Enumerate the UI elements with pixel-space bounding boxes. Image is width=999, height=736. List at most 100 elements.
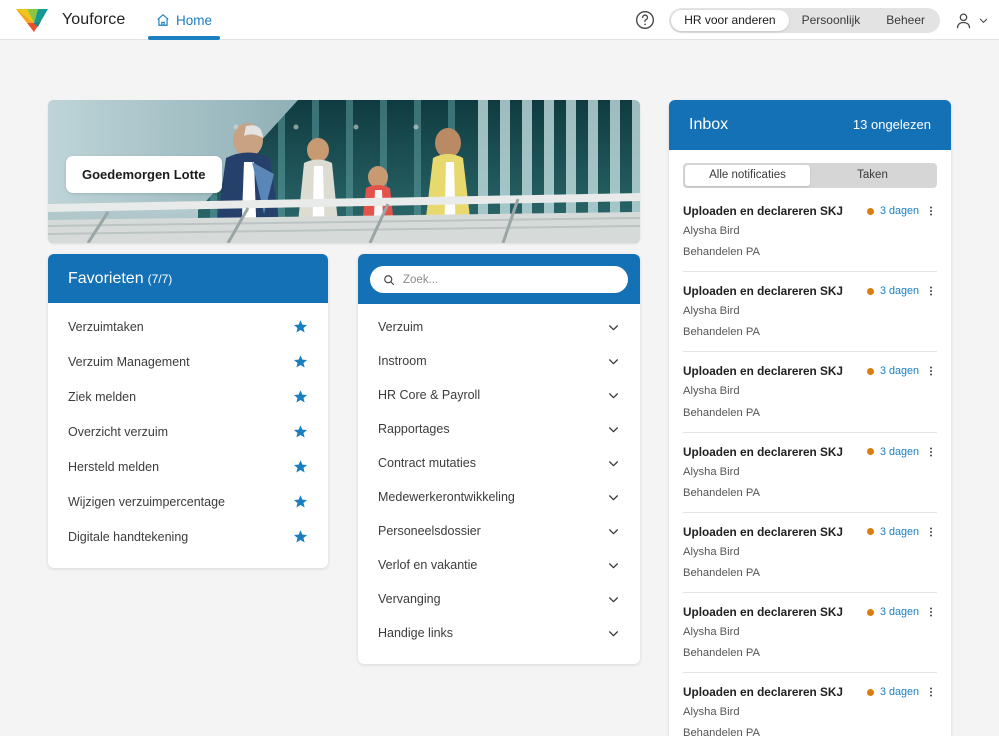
list-item[interactable]: Rapportages (358, 412, 640, 446)
question-circle-icon[interactable] (635, 10, 655, 30)
segment-beheer[interactable]: Beheer (873, 10, 938, 31)
notification-title: Uploaden en declareren SKJ (683, 524, 843, 539)
more-options-icon[interactable] (925, 685, 937, 699)
favorites-list: Verzuimtaken Verzuim Management Ziek mel… (48, 303, 328, 568)
chevron-down-icon[interactable] (607, 593, 620, 606)
chevron-down-icon[interactable] (607, 559, 620, 572)
menu-card: Verzuim Instroom HR Core & Payroll Rappo… (358, 254, 640, 664)
list-item[interactable]: Verzuim Management (48, 344, 328, 379)
chevron-down-icon[interactable] (607, 457, 620, 470)
unread-dot-icon (866, 448, 874, 456)
notification-sender: Alysha Bird (683, 545, 740, 558)
notification-action: Behandelen PA (683, 406, 760, 419)
star-filled-icon[interactable] (293, 424, 308, 439)
notification-action: Behandelen PA (683, 647, 760, 660)
star-filled-icon[interactable] (293, 354, 308, 369)
user-menu[interactable] (954, 11, 989, 30)
tab-taken[interactable]: Taken (810, 165, 935, 186)
notification-sender: Alysha Bird (683, 305, 740, 318)
menu-item-label: Instroom (378, 354, 427, 368)
more-options-icon[interactable] (925, 525, 937, 539)
context-switcher: HR voor anderen Persoonlijk Beheer (669, 7, 940, 33)
list-item[interactable]: Uploaden en declareren SKJ 3 dagen Alysh… (683, 272, 937, 353)
star-filled-icon[interactable] (293, 319, 308, 334)
notification-title: Uploaden en declareren SKJ (683, 364, 843, 379)
menu-item-label: HR Core & Payroll (378, 388, 481, 402)
list-item[interactable]: Uploaden en declareren SKJ 3 dagen Alysh… (683, 352, 937, 433)
segment-hr-voor-anderen[interactable]: HR voor anderen (671, 9, 789, 31)
list-item[interactable]: Instroom (358, 344, 640, 378)
chevron-down-icon[interactable] (607, 491, 620, 504)
notification-title: Uploaden en declareren SKJ (683, 605, 843, 620)
more-options-icon[interactable] (925, 605, 937, 619)
list-item[interactable]: Verzuim (358, 310, 640, 344)
menu-search-header (358, 254, 640, 304)
search-input[interactable] (403, 273, 615, 286)
star-filled-icon[interactable] (293, 459, 308, 474)
list-item[interactable]: Uploaden en declareren SKJ 3 dagen Alysh… (683, 673, 937, 736)
list-item[interactable]: Wijzigen verzuimpercentage (48, 484, 328, 519)
brand-name: Youforce (62, 10, 126, 28)
list-item[interactable]: Medewerkerontwikkeling (358, 480, 640, 514)
list-item[interactable]: Hersteld melden (48, 449, 328, 484)
topbar-right: HR voor anderen Persoonlijk Beheer (635, 0, 989, 40)
chevron-down-icon[interactable] (607, 389, 620, 402)
tab-alle-notificaties[interactable]: Alle notificaties (685, 165, 810, 186)
top-bar: Youforce Home HR voor anderen Persoonlij… (0, 0, 999, 40)
notification-action: Behandelen PA (683, 246, 760, 259)
nav-item-home[interactable]: Home (148, 0, 221, 40)
list-item[interactable]: Verlof en vakantie (358, 548, 640, 582)
chevron-down-icon[interactable] (607, 321, 620, 334)
chevron-down-icon[interactable] (607, 423, 620, 436)
segment-persoonlijk[interactable]: Persoonlijk (789, 10, 874, 31)
notification-age: 3 dagen (879, 285, 919, 298)
list-item[interactable]: Handige links (358, 616, 640, 650)
list-item[interactable]: HR Core & Payroll (358, 378, 640, 412)
list-item[interactable]: Uploaden en declareren SKJ 3 dagen Alysh… (683, 433, 937, 513)
list-item[interactable]: Contract mutaties (358, 446, 640, 480)
star-filled-icon[interactable] (293, 389, 308, 404)
list-item[interactable]: Uploaden en declareren SKJ 3 dagen Alysh… (683, 192, 937, 273)
favorite-label: Verzuim Management (68, 354, 190, 369)
chevron-down-icon (978, 15, 989, 26)
favorites-header: Favorieten (7/7) (48, 254, 328, 303)
youforce-logo-icon (14, 6, 54, 34)
more-options-icon[interactable] (925, 364, 937, 378)
favorites-title: Favorieten (68, 270, 144, 287)
greeting-pill: Goedemorgen Lotte (66, 156, 222, 193)
notification-age: 3 dagen (879, 445, 919, 458)
chevron-down-icon[interactable] (607, 627, 620, 640)
list-item[interactable]: Verzuimtaken (48, 309, 328, 344)
hero-banner: Goedemorgen Lotte (48, 100, 640, 243)
notification-age: 3 dagen (879, 365, 919, 378)
favorite-label: Digitale handtekening (68, 529, 189, 544)
list-item[interactable]: Digitale handtekening (48, 519, 328, 554)
list-item[interactable]: Personeelsdossier (358, 514, 640, 548)
list-item[interactable]: Vervanging (358, 582, 640, 616)
star-filled-icon[interactable] (293, 494, 308, 509)
more-options-icon[interactable] (925, 445, 937, 459)
notification-sender: Alysha Bird (683, 225, 740, 237)
list-item[interactable]: Uploaden en declareren SKJ 3 dagen Alysh… (683, 593, 937, 674)
notification-action: Behandelen PA (683, 727, 760, 736)
notification-action: Behandelen PA (683, 566, 760, 579)
favorites-card: Favorieten (7/7) Verzuimtaken Verzuim Ma… (48, 254, 328, 568)
chevron-down-icon[interactable] (607, 525, 620, 538)
list-item[interactable]: Uploaden en declareren SKJ 3 dagen Alysh… (683, 513, 937, 594)
inbox-body: Alle notificaties Taken Uploaden en decl… (669, 163, 951, 736)
notification-age: 3 dagen (879, 606, 919, 619)
chevron-down-icon[interactable] (607, 355, 620, 368)
brand[interactable]: Youforce (0, 6, 125, 34)
search-box[interactable] (370, 266, 628, 293)
more-options-icon[interactable] (925, 204, 937, 218)
star-filled-icon[interactable] (293, 529, 308, 544)
menu-item-label: Personeelsdossier (378, 524, 481, 538)
list-item[interactable]: Overzicht verzuim (48, 414, 328, 449)
notification-title: Uploaden en declareren SKJ (683, 444, 843, 459)
unread-dot-icon (866, 688, 874, 696)
notification-title: Uploaden en declareren SKJ (683, 284, 843, 299)
list-item[interactable]: Ziek melden (48, 379, 328, 414)
favorite-label: Ziek melden (68, 389, 137, 404)
favorite-label: Hersteld melden (68, 459, 160, 474)
more-options-icon[interactable] (925, 284, 937, 298)
